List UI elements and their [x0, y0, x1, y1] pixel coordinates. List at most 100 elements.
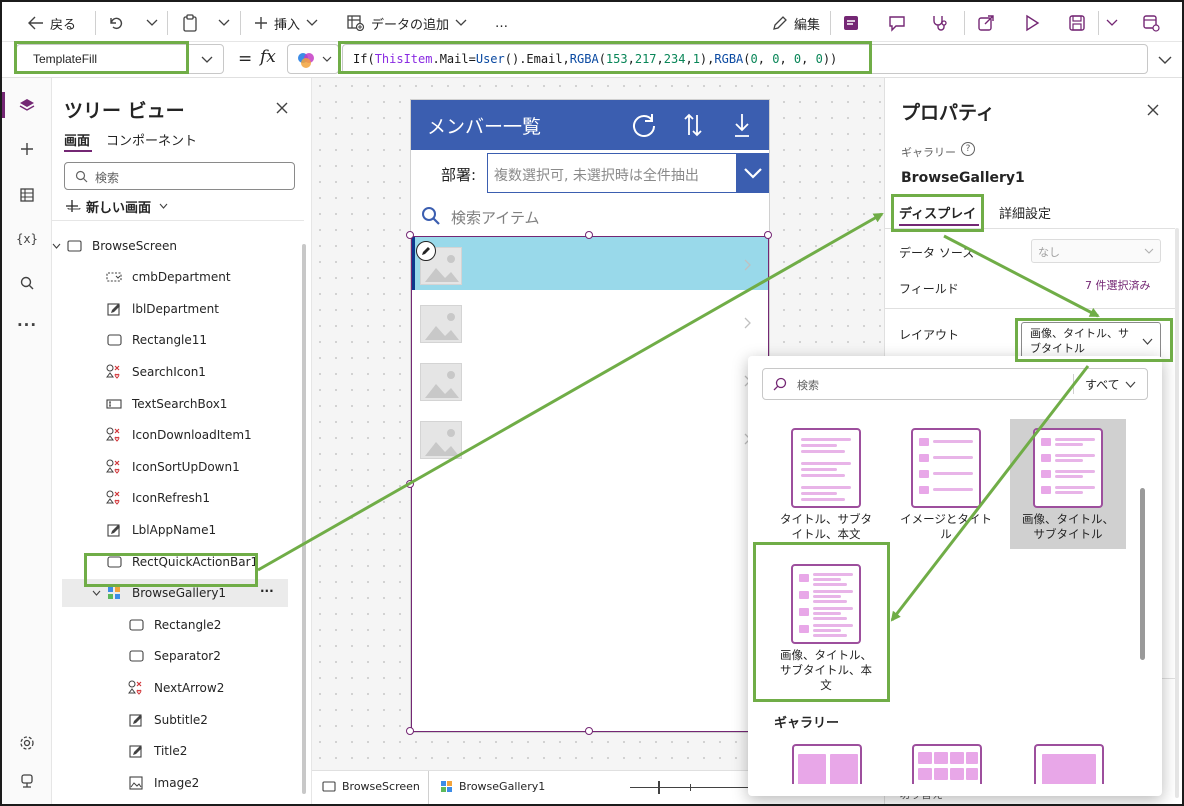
- tree-item[interactable]: Subtitle2: [52, 706, 302, 734]
- tree-item[interactable]: Rectangle2: [52, 611, 302, 639]
- tree-item[interactable]: RectQuickActionBar1: [52, 548, 302, 576]
- search-items-input[interactable]: 検索アイテム: [451, 207, 540, 228]
- tree-item[interactable]: TextSearchBox1: [52, 390, 302, 418]
- tree-item[interactable]: BrowseGallery1 ···: [62, 579, 288, 608]
- browse-gallery[interactable]: [411, 236, 769, 732]
- gear-icon[interactable]: [16, 732, 38, 754]
- gallery-option-vertical[interactable]: [792, 744, 862, 784]
- app-screen-preview[interactable]: メンバー一覧 部署: 複数選択可, 未選択時は全件抽出 検索アイテム: [411, 100, 769, 732]
- layout-filter-dropdown[interactable]: すべて: [1085, 376, 1120, 393]
- tree-item[interactable]: SearchIcon1: [52, 358, 302, 386]
- paste-dropdown[interactable]: [218, 12, 230, 34]
- comments-button[interactable]: [888, 12, 906, 34]
- department-combobox[interactable]: 複数選択可, 未選択時は全件抽出: [487, 153, 737, 193]
- tree-item[interactable]: App: [52, 208, 302, 218]
- breadcrumb-screen[interactable]: BrowseScreen: [322, 780, 420, 793]
- next-arrow-icon[interactable]: [744, 259, 752, 274]
- tree-item[interactable]: lblDepartment: [52, 295, 302, 323]
- app-health-button[interactable]: [930, 12, 948, 34]
- layout-option-image-title-subtitle[interactable]: 画像、タイトル、 サブタイトル: [1010, 428, 1126, 542]
- more-icon[interactable]: ···: [16, 314, 38, 336]
- next-arrow-icon[interactable]: [744, 317, 752, 332]
- download-icon[interactable]: [733, 112, 751, 138]
- undo-dropdown[interactable]: [146, 12, 158, 34]
- chevron-down-icon[interactable]: [53, 208, 59, 210]
- layout-search-input[interactable]: 検索 すべて: [762, 368, 1148, 400]
- formula-input[interactable]: If(ThisItem.Mail=User().Email,RGBA(153,2…: [342, 44, 1148, 74]
- formula-token: 0: [750, 52, 758, 66]
- save-button[interactable]: [1068, 12, 1086, 34]
- paste-button[interactable]: [182, 12, 198, 34]
- tree-item[interactable]: Rectangle11: [52, 326, 302, 354]
- resize-handle[interactable]: [406, 480, 414, 488]
- gallery-option-horizontal[interactable]: [1034, 744, 1104, 784]
- layers-icon[interactable]: [16, 94, 38, 116]
- undo-button[interactable]: [108, 12, 124, 34]
- popup-scrollbar[interactable]: [1140, 488, 1145, 660]
- close-icon[interactable]: [276, 102, 288, 114]
- tree-item[interactable]: IconDownloadItem1: [52, 421, 302, 449]
- help-icon[interactable]: ?: [961, 142, 975, 156]
- grid-icon[interactable]: [16, 184, 38, 206]
- tree-item[interactable]: cmbDepartment: [52, 263, 302, 291]
- zoom-slider-thumb[interactable]: [658, 781, 660, 794]
- layout-option-title-subtitle-body[interactable]: タイトル、サブタ イトル、本文: [768, 428, 884, 542]
- formula-token: (: [598, 52, 606, 66]
- virtual-agent-icon[interactable]: [16, 770, 38, 792]
- tab-display[interactable]: ディスプレイ: [899, 203, 976, 222]
- resize-handle[interactable]: [585, 727, 593, 735]
- tree-scrollbar[interactable]: [302, 244, 306, 794]
- insert-button[interactable]: 挿入: [254, 12, 318, 34]
- breadcrumb-gallery[interactable]: BrowseGallery1: [440, 780, 545, 793]
- edit-button[interactable]: 編集: [772, 12, 820, 34]
- copilot-button[interactable]: [287, 44, 339, 74]
- department-dropdown-button[interactable]: [737, 153, 769, 193]
- more-options-icon[interactable]: ···: [260, 584, 274, 598]
- refresh-icon[interactable]: [631, 112, 657, 138]
- layout-dropdown[interactable]: 画像、タイトル、サ ブタイトル: [1021, 322, 1161, 360]
- publish-button[interactable]: [1142, 12, 1160, 34]
- tree-search-input[interactable]: 検索: [64, 162, 295, 190]
- tree-item[interactable]: BrowseScreen: [52, 232, 302, 260]
- layout-option-image-title[interactable]: イメージとタイトル: [888, 428, 1004, 542]
- data-source-dropdown[interactable]: なし: [1031, 239, 1161, 263]
- gallery-row-selected[interactable]: [412, 237, 768, 290]
- app-checker-button[interactable]: [842, 12, 860, 34]
- search-icon[interactable]: [421, 206, 441, 226]
- plus-icon[interactable]: [16, 138, 38, 160]
- gallery-option-grid[interactable]: [912, 744, 982, 784]
- copilot-icon: [297, 51, 315, 69]
- back-button[interactable]: 戻る: [28, 12, 76, 34]
- property-dropdown[interactable]: TemplateFill: [16, 44, 224, 74]
- variables-icon[interactable]: {x}: [16, 228, 38, 250]
- chevron-down-icon[interactable]: [90, 590, 102, 597]
- tree-item[interactable]: IconRefresh1: [52, 484, 302, 512]
- close-icon[interactable]: [1147, 104, 1159, 116]
- tab-advanced[interactable]: 詳細設定: [999, 203, 1051, 222]
- tree-item[interactable]: NextArrow2: [52, 674, 302, 702]
- resize-handle[interactable]: [585, 231, 593, 239]
- tree-item[interactable]: IconSortUpDown1: [52, 453, 302, 481]
- save-dropdown[interactable]: [1106, 12, 1118, 34]
- tree-item[interactable]: Title2: [52, 737, 302, 765]
- expand-chevron-icon[interactable]: [1158, 56, 1172, 65]
- search-icon[interactable]: [16, 272, 38, 294]
- pencil-icon[interactable]: [416, 241, 436, 261]
- resize-handle[interactable]: [406, 231, 414, 239]
- preview-button[interactable]: [1024, 12, 1040, 34]
- add-data-button[interactable]: データの追加: [347, 12, 467, 34]
- tree-item[interactable]: Separator2: [52, 642, 302, 670]
- tab-components[interactable]: コンポーネント: [106, 130, 197, 149]
- share-button[interactable]: [977, 12, 995, 34]
- tab-screens[interactable]: 画面: [64, 130, 90, 149]
- resize-handle[interactable]: [764, 231, 772, 239]
- tree-item[interactable]: LblAppName1: [52, 516, 302, 544]
- more-button[interactable]: …: [495, 12, 508, 34]
- tree-item[interactable]: Image2: [52, 769, 302, 797]
- resize-handle[interactable]: [406, 727, 414, 735]
- chevron-down-icon[interactable]: [52, 243, 62, 249]
- layout-option-image-title-subtitle-body[interactable]: 画像、タイトル、 サブタイトル、本文: [768, 564, 884, 693]
- props-scrollbar[interactable]: [1175, 228, 1179, 798]
- sort-up-down-icon[interactable]: [683, 113, 703, 137]
- fields-edit-link[interactable]: 7 件選択済み: [1085, 277, 1151, 293]
